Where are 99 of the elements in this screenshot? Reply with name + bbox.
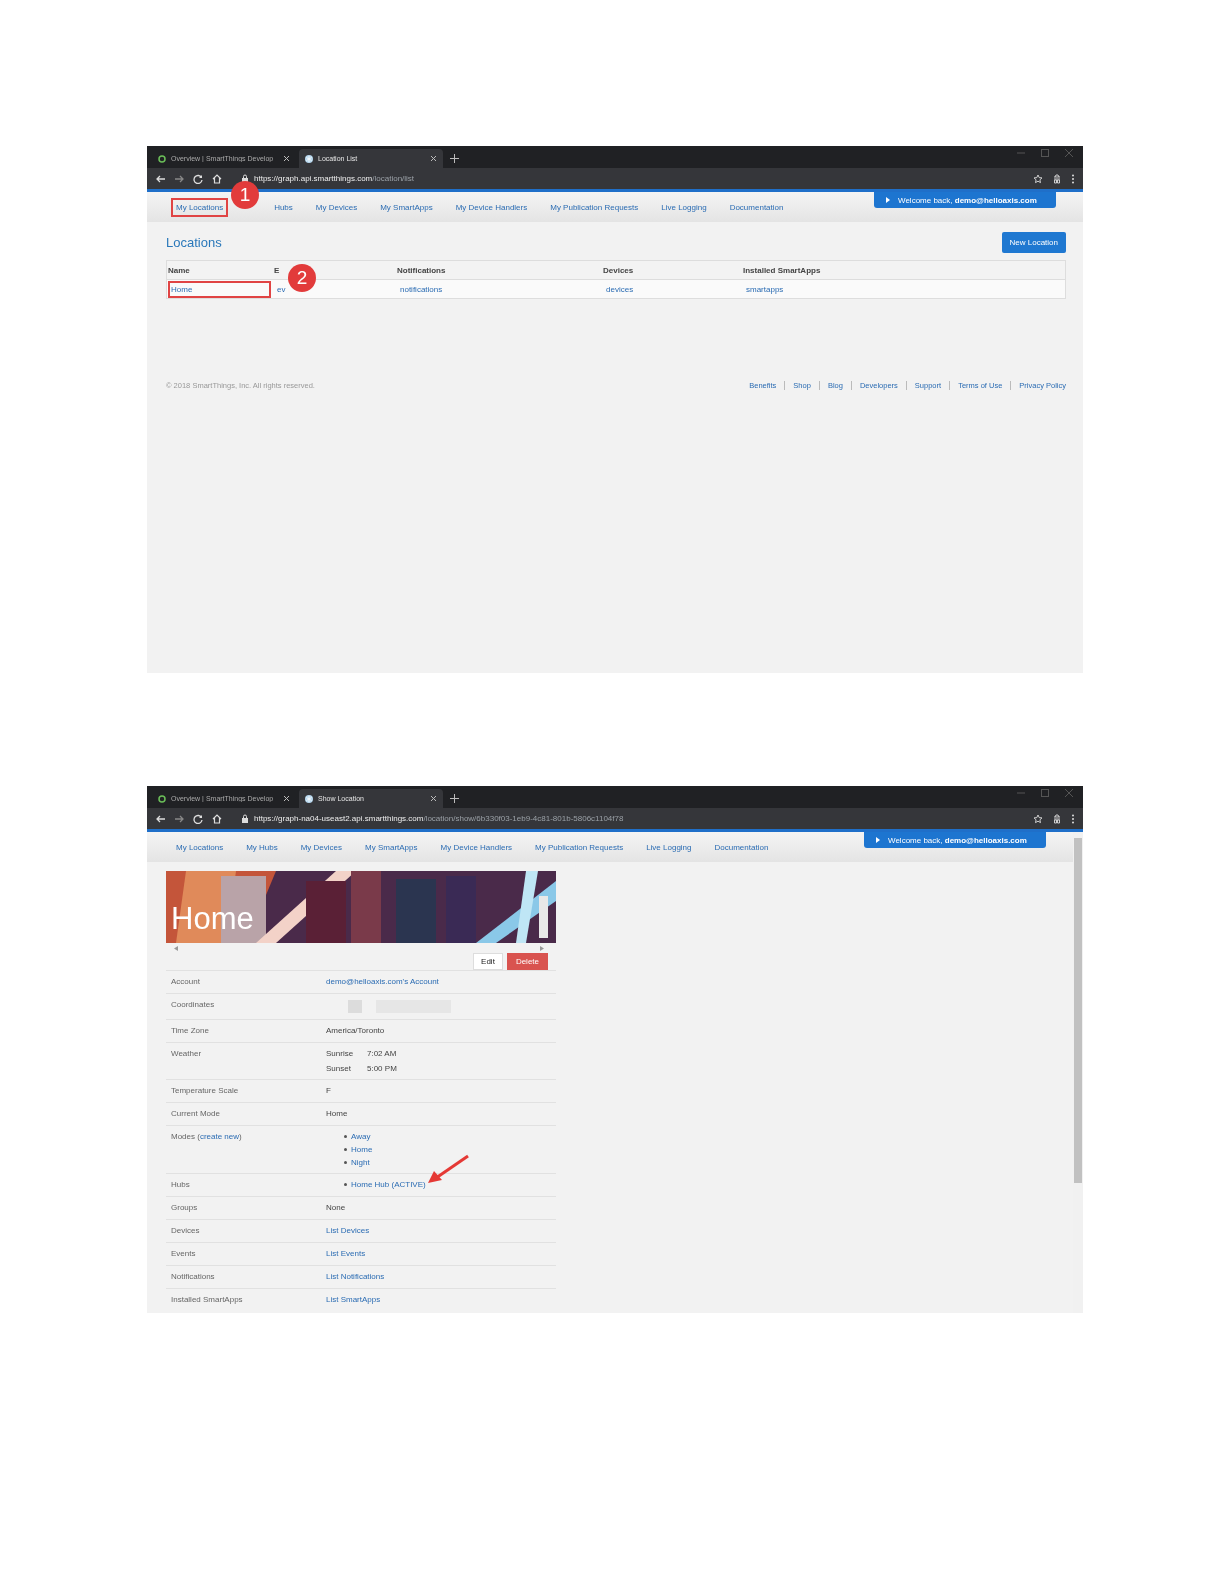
nav-link[interactable]: Live Logging <box>641 837 697 857</box>
nav-link[interactable]: My Devices <box>295 837 348 857</box>
field-label: Modes (create new) <box>171 1132 243 1143</box>
back-arrow-icon[interactable] <box>155 813 165 824</box>
bullet-icon <box>344 1183 347 1186</box>
close-icon[interactable] <box>430 155 437 162</box>
welcome-button[interactable]: Welcome back, demo@helloaxis.com <box>864 832 1046 848</box>
scrollbar-thumb[interactable] <box>1074 838 1082 1183</box>
nav-link[interactable]: My Device Handlers <box>450 197 533 217</box>
edit-button[interactable]: Edit <box>473 953 503 970</box>
snowflake-icon <box>305 154 313 163</box>
nav-link[interactable]: My Publication Requests <box>545 197 644 217</box>
column-header: Devices <box>602 265 635 275</box>
field-value: 7:02 AM <box>367 1049 397 1058</box>
field-value: F <box>326 1086 331 1095</box>
value-link[interactable]: List Events <box>326 1249 366 1258</box>
value-link[interactable]: List Notifications <box>326 1272 385 1281</box>
lock-icon <box>241 814 249 823</box>
nav-link[interactable]: My Hubs <box>241 837 283 857</box>
nav-link[interactable]: My Locations <box>171 837 229 857</box>
field-label: Installed SmartApps <box>171 1295 244 1305</box>
table-link[interactable]: Home <box>168 280 271 298</box>
table-link[interactable]: ev <box>274 280 289 298</box>
menu-icon[interactable] <box>1071 173 1075 184</box>
close-icon[interactable] <box>430 795 437 802</box>
field-label: Coordinates <box>171 1000 216 1011</box>
home-icon[interactable] <box>212 813 222 824</box>
extension-icon[interactable] <box>1052 173 1062 184</box>
nav-link[interactable]: Hubs <box>269 197 298 217</box>
plus-icon[interactable] <box>450 794 459 803</box>
field-value: 5:00 PM <box>367 1064 397 1073</box>
column-header: Installed SmartApps <box>742 265 822 275</box>
reload-icon[interactable] <box>193 173 203 184</box>
nav-link[interactable]: My Device Handlers <box>435 837 518 857</box>
table-link[interactable]: smartapps <box>743 280 787 298</box>
column-header: E <box>273 265 281 275</box>
forward-arrow-icon[interactable] <box>174 813 184 824</box>
list-link[interactable]: Night <box>351 1158 370 1167</box>
bullet-icon <box>344 1148 347 1151</box>
nav-link[interactable]: My SmartApps <box>360 837 423 857</box>
scrollbar[interactable] <box>539 896 548 938</box>
nav-link[interactable]: Live Logging <box>656 197 712 217</box>
loading-ring-icon <box>158 154 166 163</box>
nav-link[interactable]: Documentation <box>724 197 789 217</box>
field-value: Home <box>326 1109 348 1118</box>
list-link[interactable]: Away <box>351 1132 371 1141</box>
bullet-icon <box>344 1161 347 1164</box>
field-label: Events <box>171 1249 197 1259</box>
menu-icon[interactable] <box>1071 813 1075 824</box>
star-icon[interactable] <box>1033 173 1043 184</box>
banner-title: Home <box>171 903 254 934</box>
table-link[interactable]: notifications <box>397 280 446 298</box>
value-link[interactable]: List Devices <box>326 1226 370 1235</box>
field-value: None <box>326 1203 346 1212</box>
scroll-right-icon[interactable] <box>540 945 544 951</box>
welcome-button[interactable]: Welcome back, demo@helloaxis.com <box>874 192 1056 208</box>
delete-button[interactable]: Delete <box>506 953 548 970</box>
field-name: Sunrise <box>326 1049 355 1058</box>
loading-ring-icon <box>158 794 166 803</box>
caret-icon <box>876 837 880 843</box>
field-name: Sunset <box>326 1064 352 1073</box>
scroll-left-icon[interactable] <box>174 945 178 951</box>
close-icon[interactable] <box>283 155 290 162</box>
column-header: Name <box>167 265 191 275</box>
nav-link[interactable]: Documentation <box>709 837 774 857</box>
reload-icon[interactable] <box>193 813 203 824</box>
value-link[interactable]: List SmartApps <box>326 1295 381 1304</box>
page-title: Locations <box>166 235 222 250</box>
nav-link[interactable]: My SmartApps <box>375 197 438 217</box>
nav-link[interactable]: My Locations <box>171 197 229 217</box>
extension-icon[interactable] <box>1052 813 1062 824</box>
list-link[interactable]: Home <box>351 1145 373 1154</box>
field-label: Time Zone <box>171 1026 210 1036</box>
home-icon[interactable] <box>212 173 222 184</box>
plus-icon[interactable] <box>450 154 459 163</box>
table-link[interactable]: devices <box>603 280 637 298</box>
field-label: Account <box>171 977 201 987</box>
caret-icon <box>886 197 890 203</box>
close-icon[interactable] <box>283 795 290 802</box>
field-label: Groups <box>171 1203 199 1213</box>
nav-link[interactable]: My Devices <box>310 197 363 217</box>
value-link[interactable]: demo@helloaxis.com's Account <box>326 977 439 986</box>
field-label: Devices <box>171 1226 201 1236</box>
field-label: Temperature Scale <box>171 1086 240 1096</box>
back-arrow-icon[interactable] <box>155 173 165 184</box>
new-location-button[interactable]: New Location <box>1001 232 1066 253</box>
snowflake-icon <box>305 794 313 803</box>
field-value: America/Toronto <box>326 1026 385 1035</box>
field-label: Weather <box>171 1049 203 1060</box>
forward-arrow-icon[interactable] <box>174 173 184 184</box>
list-link[interactable]: Home Hub (ACTIVE) <box>351 1180 426 1189</box>
column-header: Notifications <box>396 265 447 275</box>
field-label: Notifications <box>171 1272 216 1282</box>
star-icon[interactable] <box>1033 813 1043 824</box>
field-label: Current Mode <box>171 1109 221 1119</box>
bullet-icon <box>344 1135 347 1138</box>
nav-link[interactable]: My Publication Requests <box>530 837 629 857</box>
field-label: Hubs <box>171 1180 191 1190</box>
pointer-arrow <box>427 1154 469 1183</box>
